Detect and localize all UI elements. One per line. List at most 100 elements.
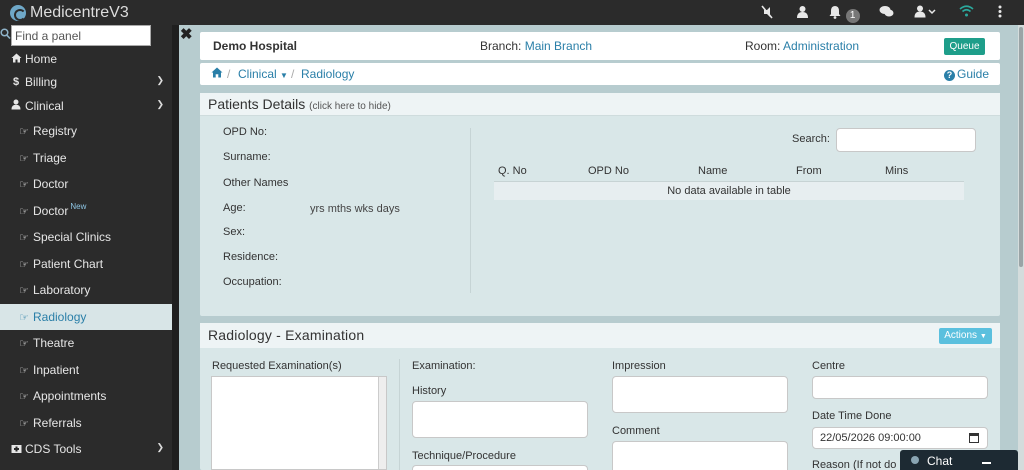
table-header-row: Q. No OPD No Name From Mins [494, 161, 964, 182]
chat-icon[interactable] [879, 5, 894, 21]
logo-icon [10, 4, 26, 21]
requested-examinations-list[interactable] [211, 376, 387, 470]
sidebar-item-label: Inpatient [33, 363, 80, 377]
sidebar-item-triage[interactable]: ☞ Triage [0, 145, 172, 171]
sidebar-item-label: Theatre [33, 336, 75, 350]
hide-hint[interactable]: (click here to hide) [309, 101, 391, 112]
chat-widget[interactable]: Chat [900, 450, 1018, 470]
notification-badge: 1 [845, 8, 860, 23]
table-search-label: Search: [792, 133, 830, 145]
user-badge-icon[interactable] [796, 5, 809, 22]
sidebar-item-billing[interactable]: $ Billing ❯ [0, 69, 172, 95]
breadcrumb-radiology[interactable]: Radiology [301, 67, 354, 81]
surname-label: Surname: [223, 151, 271, 163]
user-icon [10, 99, 22, 113]
bell-icon[interactable]: 1 [829, 5, 860, 23]
other-names-label: Other Names [223, 177, 289, 189]
patients-details-header[interactable]: Patients Details (click here to hide) [200, 93, 1000, 116]
sidebar-item-registry[interactable]: ☞ Registry [0, 118, 172, 144]
new-badge: New [70, 201, 87, 211]
chevron-down-icon: ❯ [156, 99, 164, 109]
centre-label: Centre [812, 360, 846, 372]
date-time-done-label: Date Time Done [812, 410, 892, 422]
hand-point-icon: ☞ [19, 258, 29, 271]
home-icon[interactable] [211, 67, 223, 81]
sidebar-item-label: Doctor [33, 177, 69, 191]
hand-point-icon: ☞ [19, 364, 29, 377]
breadcrumb-clinical-label: Clinical [238, 67, 277, 81]
actions-label: Actions [944, 330, 978, 341]
hand-point-icon: ☞ [19, 231, 29, 244]
sidebar-item-appointments[interactable]: ☞ Appointments [0, 383, 172, 409]
more-icon[interactable] [998, 5, 1002, 21]
date-time-done-input[interactable]: 22/05/2026 09:00:00 [812, 427, 988, 449]
sidebar-item-clinical[interactable]: Clinical ❯ [0, 93, 172, 119]
divider [470, 128, 471, 293]
sidebar-item-label: Special Clinics [33, 230, 112, 244]
top-navbar: MedicentreV3 1 [0, 0, 1024, 25]
panel-search-input[interactable] [11, 25, 151, 46]
sidebar-scrollbar[interactable] [172, 25, 179, 470]
col-mins[interactable]: Mins [881, 161, 964, 182]
hand-point-icon: ☞ [19, 152, 29, 165]
search-icon [0, 28, 11, 42]
divider [399, 359, 400, 470]
patients-details-card: Patients Details (click here to hide) OP… [200, 93, 1000, 316]
comment-field[interactable] [612, 441, 788, 470]
col-from[interactable]: From [792, 161, 881, 182]
sidebar-item-special-clinics[interactable]: ☞ Special Clinics [0, 224, 172, 250]
sidebar-item-doctor-new[interactable]: ☞ Doctor New [0, 198, 172, 224]
sidebar-item-inpatient[interactable]: ☞ Inpatient [0, 357, 172, 383]
history-field[interactable] [412, 401, 588, 438]
sex-label: Sex: [223, 226, 246, 238]
sidebar-item-radiology[interactable]: ☞ Radiology [0, 304, 172, 330]
sidebar-item-referrals[interactable]: ☞ Referrals [0, 410, 172, 436]
sidebar-item-doctor[interactable]: ☞ Doctor [0, 171, 172, 197]
impression-field[interactable] [612, 376, 788, 413]
list-scrollbar[interactable] [378, 377, 386, 469]
col-q-no[interactable]: Q. No [494, 161, 584, 182]
sidebar-item-theatre[interactable]: ☞ Theatre [0, 330, 172, 356]
breadcrumb-clinical[interactable]: Clinical ▼ [238, 67, 288, 81]
branch-label: Branch: [480, 39, 522, 53]
close-icon[interactable]: ✖ [180, 27, 194, 43]
sidebar-item-patient-chart[interactable]: ☞ Patient Chart [0, 251, 172, 277]
app-title: MedicentreV3 [30, 3, 129, 21]
sidebar-item-cds-tools[interactable]: CDS Tools ❯ [0, 436, 172, 462]
patients-title-text: Patients Details [208, 96, 306, 112]
table-search-input[interactable] [836, 128, 976, 152]
user-icon[interactable] [914, 5, 936, 21]
minimize-icon[interactable] [982, 462, 991, 464]
sidebar-item-label: Registry [33, 124, 78, 138]
guide-link[interactable]: ? Guide [944, 67, 989, 81]
status-dot-icon [911, 456, 919, 464]
calendar-icon[interactable] [969, 433, 979, 443]
technique-field[interactable] [412, 465, 588, 470]
col-name[interactable]: Name [694, 161, 792, 182]
branch-link[interactable]: Main Branch [525, 39, 592, 53]
wifi-icon[interactable] [959, 5, 974, 20]
room-link[interactable]: Administration [783, 39, 859, 53]
hand-point-icon: ☞ [19, 311, 29, 324]
page-scrollbar-thumb[interactable] [1019, 27, 1023, 267]
brand[interactable]: MedicentreV3 [10, 3, 129, 22]
age-label: Age: [223, 202, 246, 214]
chevron-down-icon: ❯ [156, 442, 164, 452]
actions-button[interactable]: Actions ▼ [939, 328, 992, 344]
occupation-label: Occupation: [223, 276, 282, 288]
dollar-icon: $ [12, 76, 20, 88]
queue-button[interactable]: Queue [944, 38, 985, 55]
comment-label: Comment [612, 425, 660, 437]
sidebar-item-laboratory[interactable]: ☞ Laboratory [0, 277, 172, 303]
sidebar-item-label: Patient Chart [33, 257, 104, 271]
centre-field[interactable] [812, 376, 988, 399]
age-value: yrs mths wks days [310, 203, 400, 215]
mute-icon[interactable] [760, 5, 774, 22]
question-icon: ? [944, 70, 955, 81]
radiology-examination-header: Radiology - Examination Actions ▼ [200, 323, 1000, 348]
sidebar: Home $ Billing ❯ Clinical ❯ ☞ Registry ☞ Tr… [0, 25, 172, 470]
caret-down-icon: ▼ [280, 71, 288, 80]
sidebar-item-label: Appointments [33, 389, 107, 403]
sidebar-item-label: Billing [25, 75, 58, 89]
col-opd-no[interactable]: OPD No [584, 161, 694, 182]
